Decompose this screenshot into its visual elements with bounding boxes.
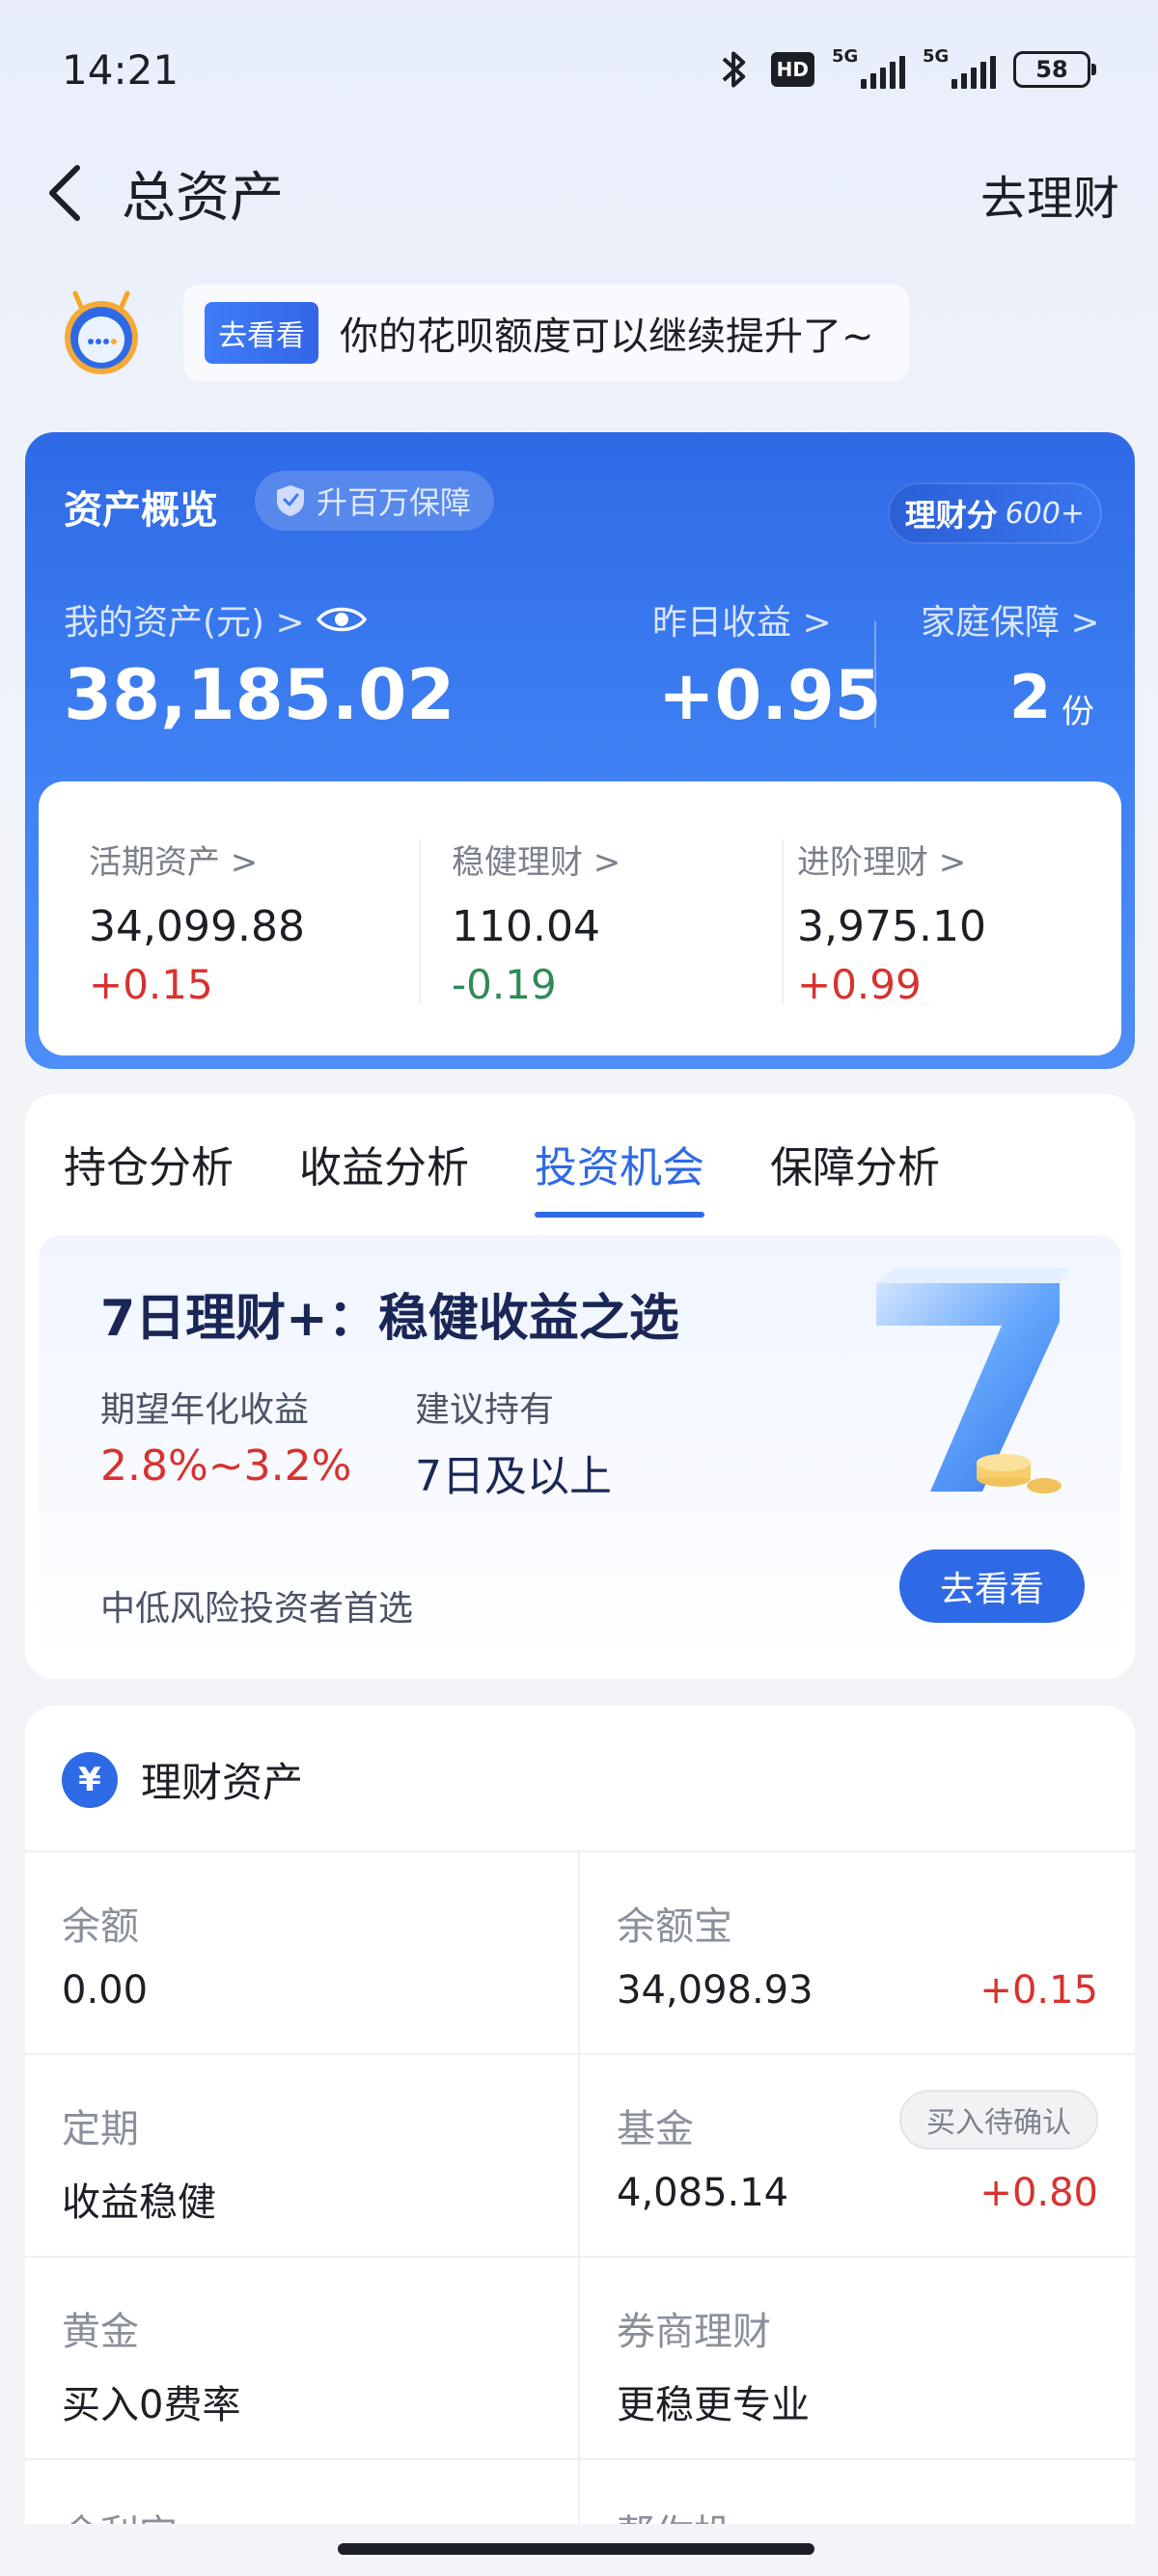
network-type-label: 5G	[923, 46, 950, 67]
fund-delta: +0.80	[979, 2171, 1098, 2215]
brokerage-label: 券商理财	[617, 2310, 771, 2354]
status-bar: 14:21 HD 5G 5G 58	[0, 0, 1158, 135]
tab-income-analysis[interactable]: 收益分析	[299, 1133, 469, 1218]
bluetooth-icon	[722, 51, 745, 88]
expected-yield-label: 期望年化收益	[100, 1390, 310, 1430]
seven-day-illustration	[876, 1268, 1069, 1494]
upgrade-protection-label: 升百万保障	[317, 484, 472, 521]
advanced-finance-value: 3,975.10	[797, 902, 986, 951]
opportunity-title: 7日理财+：稳健收益之选	[100, 1290, 679, 1348]
balance-label: 余额	[62, 1905, 139, 1949]
status-icons: HD 5G 5G 58	[715, 46, 1096, 91]
wealth-score-label: 理财分	[904, 497, 998, 534]
fixed-term-value: 收益稳健	[62, 2180, 216, 2225]
steady-finance-delta: -0.19	[452, 961, 557, 1008]
wealth-row: 黄金 买入0费率 券商理财 更稳更专业	[25, 2256, 1135, 2460]
suggested-hold-value: 7日及以上	[415, 1452, 612, 1501]
shield-icon	[277, 485, 304, 516]
current-assets-value: 34,099.88	[89, 902, 305, 951]
yesterday-income-link[interactable]: 昨日收益 >	[652, 594, 832, 644]
fund-value: 4,085.14	[617, 2171, 789, 2215]
yuebao-value: 34,098.93	[617, 1968, 813, 2013]
signal-icon-2: 5G	[923, 46, 996, 89]
go-invest-link[interactable]: 去理财	[980, 160, 1119, 228]
family-protection-label: 家庭保障 >	[921, 603, 1100, 643]
hd-voice-icon: HD	[770, 52, 814, 87]
brokerage-value: 更稳更专业	[617, 2383, 810, 2427]
asset-overview-card: 资产概览 升百万保障 理财分 600+ 我的资产(元) > 38,185.02 …	[25, 432, 1135, 1069]
yuebao-delta: +0.15	[979, 1968, 1098, 2013]
current-assets-label: 活期资产 >	[89, 843, 259, 882]
wealth-assets-card: ¥ 理财资产 余额 0.00 余额宝 34,098.93 +0.15 定期 收益…	[25, 1706, 1135, 2576]
opportunity-note: 中低风险投资者首选	[100, 1589, 414, 1629]
asset-breakdown-card: 活期资产 > 34,099.88 +0.15 稳健理财 > 110.04 -0.…	[39, 781, 1121, 1055]
promo-row: 去看看 你的花呗额度可以继续提升了~	[58, 280, 909, 386]
fund-label: 基金	[617, 2107, 694, 2151]
wealth-row: 余额 0.00 余额宝 34,098.93 +0.15	[25, 1850, 1135, 2055]
my-assets-value: 38,185.02	[64, 654, 455, 735]
promo-text: 你的花呗额度可以继续提升了~	[340, 315, 874, 359]
steady-finance-value: 110.04	[452, 902, 600, 951]
gold-item[interactable]: 黄金 买入0费率	[25, 2258, 580, 2460]
network-type-label: 5G	[832, 46, 859, 67]
yuebao-label: 余额宝	[617, 1905, 732, 1949]
tab-investment-opportunity[interactable]: 投资机会	[535, 1133, 704, 1218]
overview-title: 资产概览	[64, 488, 218, 533]
current-assets-delta: +0.15	[89, 961, 213, 1008]
family-protection-value: 2	[1009, 662, 1052, 732]
suggested-hold-label: 建议持有	[415, 1390, 555, 1430]
status-time: 14:21	[62, 46, 179, 94]
yesterday-income-label: 昨日收益 >	[652, 603, 832, 643]
steady-finance-label: 稳健理财 >	[452, 843, 621, 882]
home-indicator[interactable]	[338, 2543, 814, 2555]
analysis-card: 持仓分析 收益分析 投资机会 保障分析 7日理财+：稳健收益之选 期望年化收益 …	[25, 1094, 1135, 1679]
my-assets-label: 我的资产(元) >	[64, 603, 305, 643]
go-see-button[interactable]: 去看看	[899, 1549, 1085, 1623]
promo-bubble[interactable]: 去看看 你的花呗额度可以继续提升了~	[183, 285, 909, 381]
page-title: 总资产	[122, 167, 284, 230]
back-arrow-icon[interactable]	[39, 162, 96, 224]
wealth-assets-header: ¥ 理财资产	[62, 1750, 303, 1809]
yesterday-income-value: +0.95	[658, 656, 882, 735]
gold-label: 黄金	[62, 2310, 139, 2354]
my-assets-link[interactable]: 我的资产(元) >	[64, 594, 369, 644]
family-protection-unit: 份	[1062, 693, 1094, 731]
wealth-score-pill[interactable]: 理财分 600+	[887, 482, 1102, 544]
upgrade-protection-badge[interactable]: 升百万保障	[255, 471, 495, 531]
wealth-score-value: 600+	[1005, 496, 1085, 531]
battery-icon: 58	[1013, 51, 1096, 88]
signal-icon-1: 5G	[832, 46, 905, 89]
fixed-term-label: 定期	[62, 2107, 139, 2151]
overview-divider	[874, 621, 876, 727]
promo-tag: 去看看	[205, 302, 318, 364]
header: 总资产 去理财	[0, 145, 1158, 241]
eye-icon[interactable]	[315, 600, 369, 639]
gold-value: 买入0费率	[62, 2383, 241, 2427]
mascot-icon	[65, 290, 138, 374]
family-protection-link[interactable]: 家庭保障 >	[921, 594, 1100, 644]
tab-holdings-analysis[interactable]: 持仓分析	[64, 1133, 234, 1218]
analysis-tabs: 持仓分析 收益分析 投资机会 保障分析	[64, 1133, 940, 1218]
pending-confirm-badge: 买入待确认	[899, 2090, 1098, 2150]
current-assets-item[interactable]: 活期资产 > 34,099.88 +0.15	[89, 836, 305, 1008]
divider	[419, 839, 421, 1003]
wealth-assets-title: 理财资产	[141, 1759, 304, 1806]
divider	[782, 839, 784, 1003]
wealth-assets-grid: 余额 0.00 余额宝 34,098.93 +0.15 定期 收益稳健 基金 买…	[25, 1850, 1135, 2576]
steady-finance-item[interactable]: 稳健理财 > 110.04 -0.19	[452, 836, 620, 1008]
balance-item[interactable]: 余额 0.00	[25, 1852, 580, 2055]
balance-value: 0.00	[62, 1968, 149, 2013]
fund-item[interactable]: 基金 买入待确认 4,085.14 +0.80	[580, 2055, 1135, 2258]
opportunity-panel: 7日理财+：稳健收益之选 期望年化收益 2.8%~3.2% 建议持有 7日及以上…	[39, 1235, 1121, 1659]
advanced-finance-item[interactable]: 进阶理财 > 3,975.10 +0.99	[797, 836, 986, 1008]
brokerage-item[interactable]: 券商理财 更稳更专业	[580, 2258, 1135, 2460]
advanced-finance-delta: +0.99	[797, 961, 922, 1008]
advanced-finance-label: 进阶理财 >	[797, 843, 967, 882]
yuebao-item[interactable]: 余额宝 34,098.93 +0.15	[580, 1852, 1135, 2055]
wealth-row: 定期 收益稳健 基金 买入待确认 4,085.14 +0.80	[25, 2053, 1135, 2258]
expected-yield-value: 2.8%~3.2%	[100, 1441, 352, 1491]
tab-protection-analysis[interactable]: 保障分析	[770, 1133, 940, 1218]
fixed-term-item[interactable]: 定期 收益稳健	[25, 2055, 580, 2258]
yen-icon: ¥	[62, 1751, 118, 1808]
